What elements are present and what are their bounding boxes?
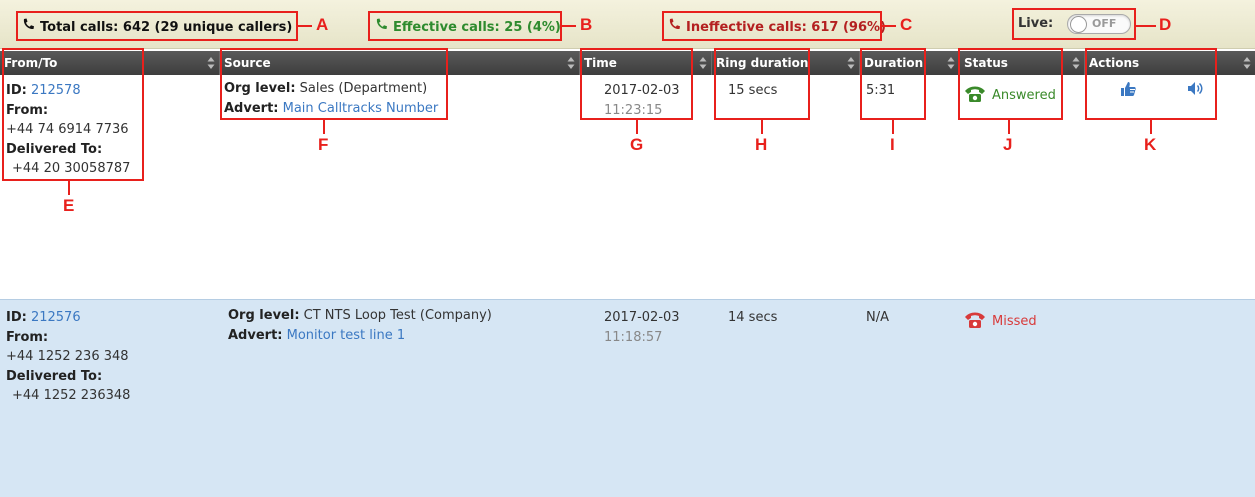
annotation-letter-b: B [580,15,593,34]
annotation-box-c [662,11,882,41]
annotation-letter-c: C [900,15,913,34]
ring-duration-cell: 14 secs [728,310,778,325]
annotation-line-j [1008,120,1010,134]
sort-icon [1243,56,1251,70]
annotation-line-a [298,25,312,27]
source-cell: Org level: CT NTS Loop Test (Company) Ad… [228,308,492,343]
annotation-letter-h: H [755,135,768,154]
annotation-line-h [761,120,763,134]
annotation-line-c [882,25,896,27]
table-row[interactable]: ID: 212576 From: +44 1252 236 348 Delive… [0,299,1255,497]
annotation-box-g [580,48,693,120]
annotation-line-k [1150,120,1152,134]
sort-icon [567,56,575,70]
annotation-box-d [1012,8,1136,40]
annotation-box-k [1085,48,1217,120]
duration-cell: N/A [866,310,889,325]
annotation-letter-d: D [1159,15,1172,34]
annotation-letter-i: I [890,135,895,154]
time-cell: 2017-02-03 11:18:57 [604,310,680,345]
annotation-line-i [892,120,894,134]
annotation-line-b [562,25,576,27]
sort-icon [947,56,955,70]
sort-icon [699,56,707,70]
annotation-letter-f: F [318,135,329,154]
delivered-number: +44 1252 236348 [12,388,131,403]
annotation-box-h [714,48,810,120]
sort-icon [207,56,215,70]
annotation-line-g [636,120,638,134]
sort-icon [847,56,855,70]
annotation-box-b [368,11,562,41]
from-to-cell: ID: 212576 From: +44 1252 236 348 Delive… [6,308,156,406]
annotation-letter-g: G [630,135,644,154]
annotation-box-i [860,48,926,120]
caller-number: +44 1252 236 348 [6,349,129,364]
annotation-box-j [958,48,1063,120]
status-cell: Missed [964,311,1037,336]
annotation-letter-j: J [1003,135,1013,154]
annotation-line-e [68,181,70,195]
annotation-box-e [2,48,144,181]
annotation-letter-a: A [316,15,329,34]
annotation-line-d [1136,25,1156,27]
phone-missed-icon [964,311,986,336]
annotation-line-f [323,120,325,134]
annotation-letter-e: E [63,196,75,215]
sort-icon [1072,56,1080,70]
call-id-link[interactable]: 212576 [31,310,81,325]
advert-link[interactable]: Monitor test line 1 [287,328,406,343]
annotation-box-a [16,11,298,41]
annotation-letter-k: K [1144,135,1157,154]
annotation-box-f [220,48,448,120]
